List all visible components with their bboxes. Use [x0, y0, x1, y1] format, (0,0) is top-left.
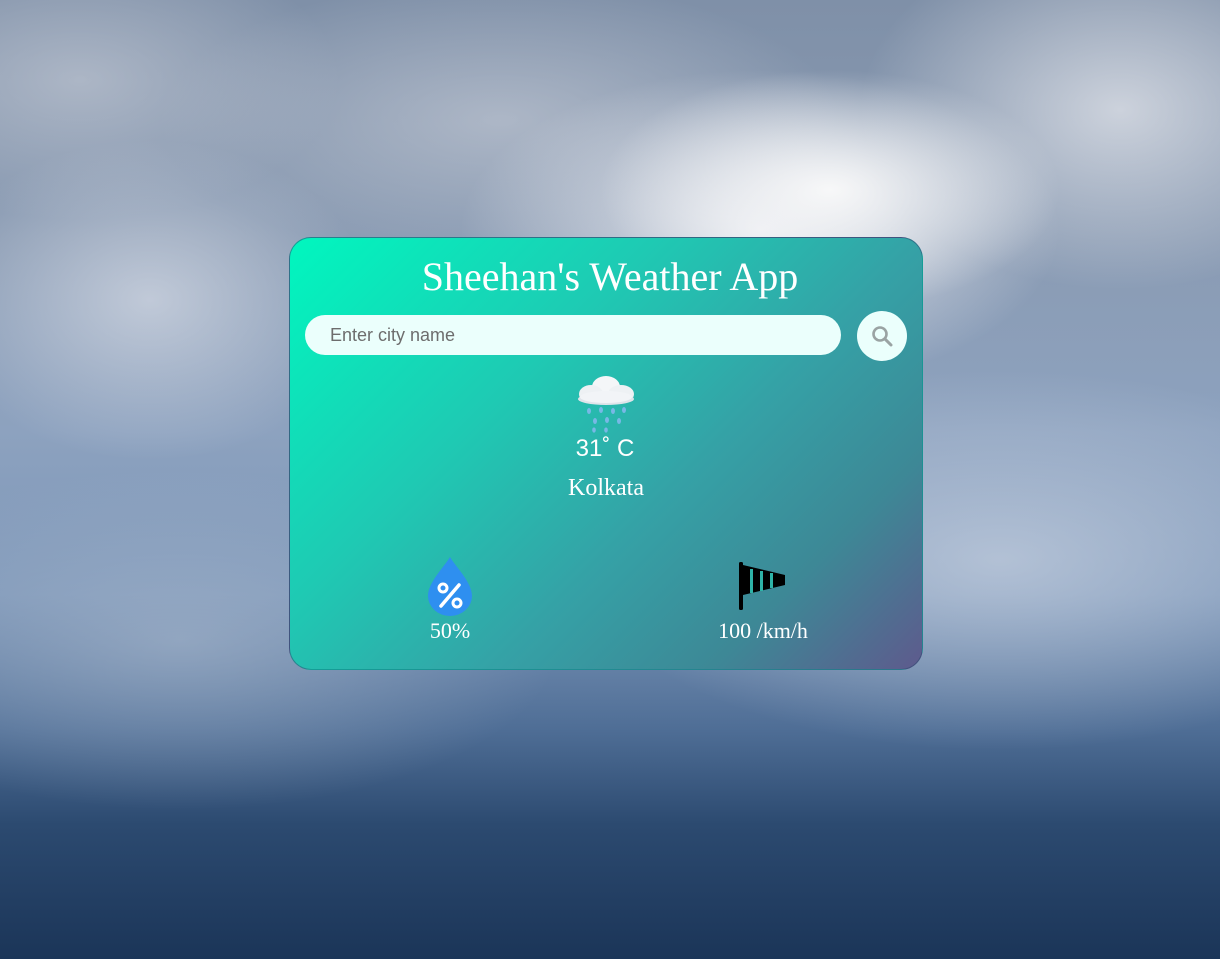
- humidity-value: 50%: [429, 618, 471, 643]
- search-button[interactable]: [857, 311, 907, 361]
- city-search-input[interactable]: [305, 315, 841, 355]
- app-title: Sheehan's Weather App: [421, 254, 799, 299]
- temperature-value: 31˚ C: [575, 435, 635, 462]
- search-icon: [872, 326, 893, 347]
- wind-speed-value: 100 /km/h: [718, 618, 808, 643]
- rain-cloud-icon: [578, 376, 634, 433]
- windsock-icon: [739, 562, 785, 610]
- humidity-drop-icon: [428, 557, 472, 616]
- city-name: Kolkata: [568, 475, 644, 501]
